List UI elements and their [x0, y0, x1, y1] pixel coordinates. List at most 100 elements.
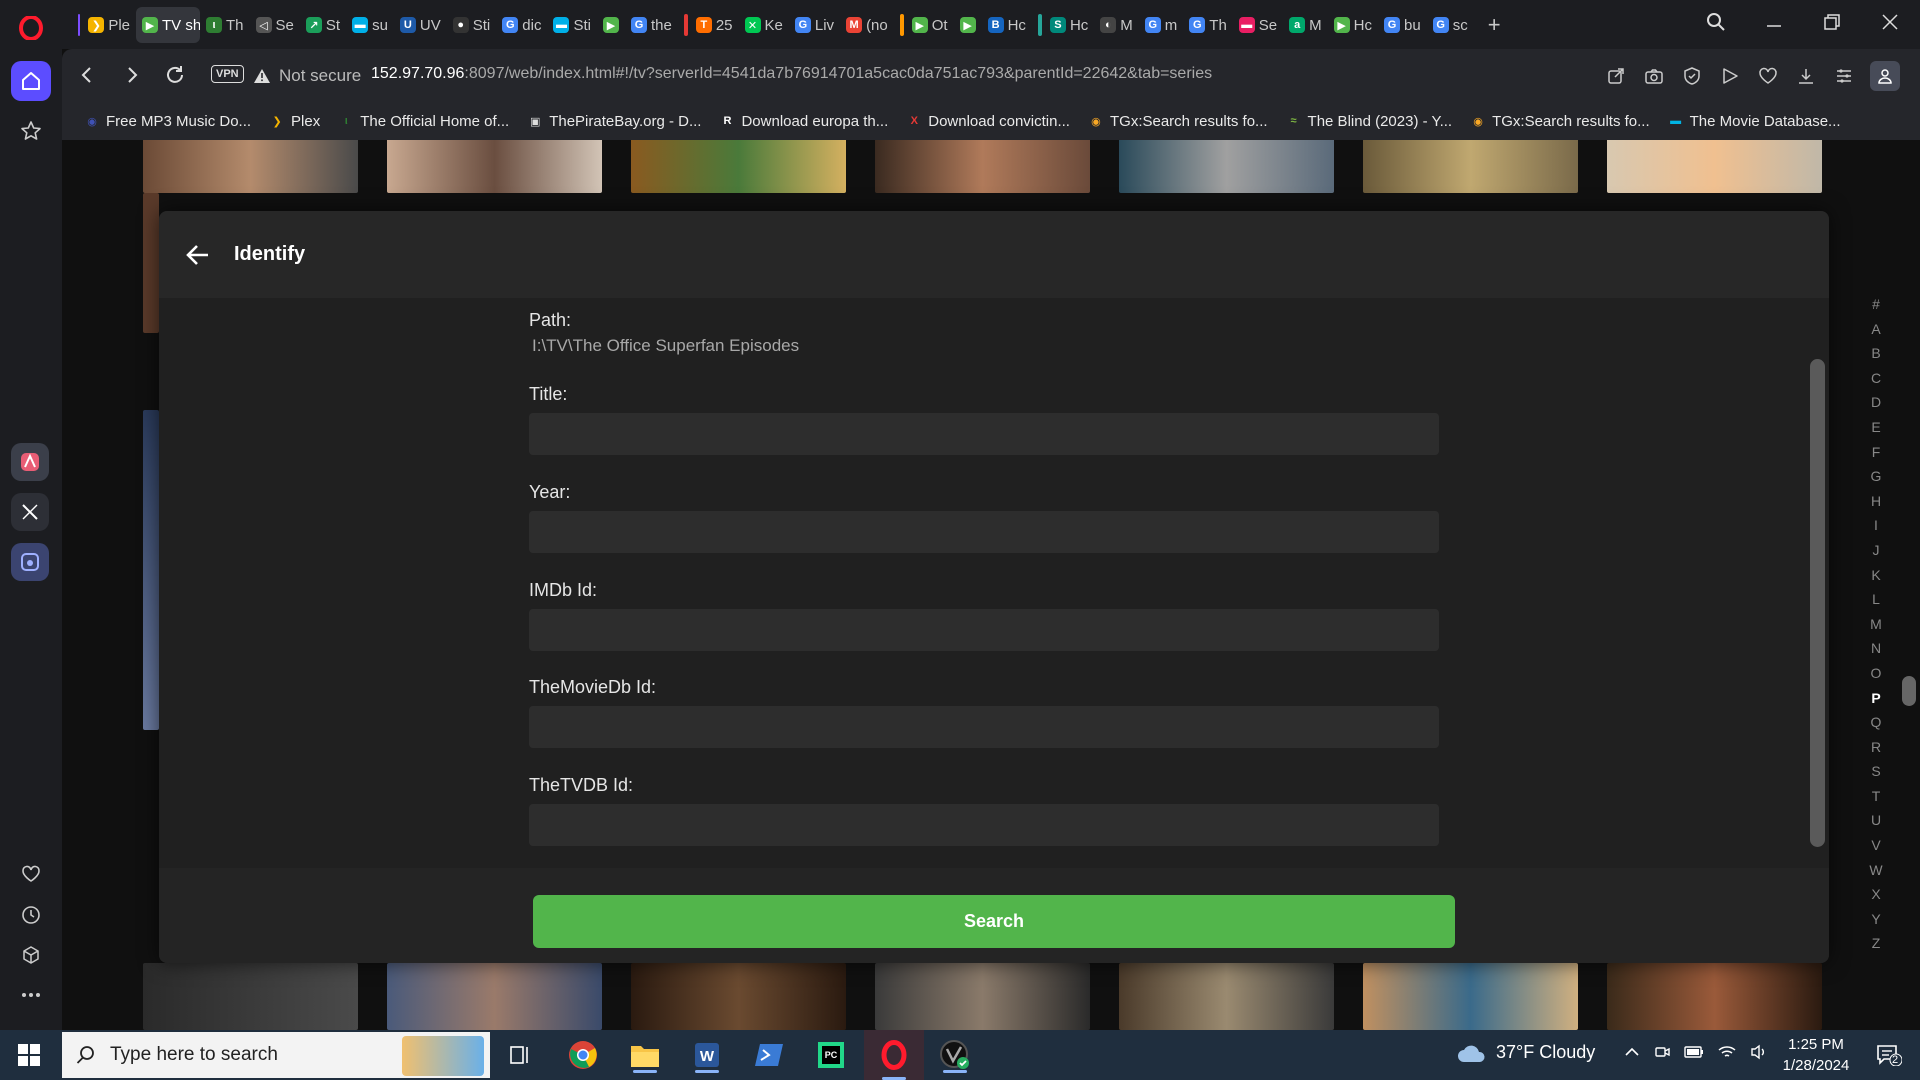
meet-now-icon[interactable]: [1654, 1044, 1670, 1060]
word-icon[interactable]: W: [687, 1037, 727, 1073]
alphabet-letter[interactable]: R: [1871, 735, 1881, 760]
bookmark-item[interactable]: ≈ The Blind (2023) - Y...: [1286, 113, 1453, 130]
alphabet-letter[interactable]: M: [1870, 612, 1882, 637]
poster-tile[interactable]: [1607, 140, 1822, 193]
browser-tab[interactable]: B Hc: [982, 7, 1032, 43]
vpn-badge[interactable]: VPN: [211, 65, 244, 83]
extensions-cube-icon[interactable]: [11, 935, 51, 975]
browser-tab[interactable]: ▶: [954, 7, 982, 43]
browser-tab[interactable]: ↗ St: [300, 7, 346, 43]
browser-tab[interactable]: Gm: [1139, 7, 1184, 43]
browser-tab[interactable]: ι Th: [200, 7, 250, 43]
browser-tab[interactable]: Gbu: [1378, 7, 1427, 43]
poster-tile[interactable]: [875, 963, 1090, 1030]
opera-taskbar-icon[interactable]: [864, 1030, 924, 1080]
browser-tab[interactable]: Gsc: [1427, 7, 1474, 43]
close-icon[interactable]: [1878, 10, 1902, 34]
heart-icon[interactable]: [11, 854, 51, 894]
chevron-up-icon[interactable]: [1624, 1044, 1640, 1060]
alphabet-letter[interactable]: #: [1872, 292, 1880, 317]
browser-tab[interactable]: G Th: [1183, 7, 1233, 43]
browser-tab[interactable]: U UV: [394, 7, 447, 43]
browser-tab[interactable]: ▬ su: [346, 7, 394, 43]
music-player-icon[interactable]: [11, 543, 49, 581]
taskbar-search-box[interactable]: Type here to search: [62, 1032, 490, 1078]
poster-tile[interactable]: [1363, 963, 1578, 1030]
weather-widget[interactable]: 37°F Cloudy: [1456, 1042, 1595, 1063]
security-indicator[interactable]: Not secure: [253, 66, 361, 86]
alphabet-letter[interactable]: U: [1871, 808, 1881, 833]
bookmark-item[interactable]: R Download europa th...: [719, 113, 888, 130]
browser-tab[interactable]: ● Sti: [447, 7, 497, 43]
poster-tile[interactable]: [631, 140, 846, 193]
notification-center-icon[interactable]: 2: [1876, 1044, 1902, 1066]
browser-tab[interactable]: G Liv: [789, 7, 840, 43]
opera-logo-icon[interactable]: [19, 16, 43, 40]
url-field[interactable]: 152.97.70.96:8097/web/index.html#!/tv?se…: [371, 65, 1212, 83]
page-scrollbar-thumb[interactable]: [1902, 676, 1916, 706]
alphabet-letter[interactable]: L: [1872, 587, 1880, 612]
alphabet-letter[interactable]: W: [1869, 858, 1882, 883]
tmdb-id-input[interactable]: [529, 706, 1439, 748]
alphabet-letter[interactable]: O: [1871, 661, 1882, 686]
alphabet-letter[interactable]: G: [1871, 464, 1882, 489]
alphabet-letter[interactable]: Y: [1871, 907, 1880, 932]
alphabet-letter[interactable]: S: [1871, 759, 1880, 784]
bookmark-item[interactable]: ◉ Free MP3 Music Do...: [84, 113, 251, 130]
alphabet-letter[interactable]: J: [1873, 538, 1880, 563]
pycharm-icon[interactable]: PC: [811, 1037, 851, 1073]
x-twitter-icon[interactable]: [11, 493, 49, 531]
browser-tab[interactable]: ◁ Se: [250, 7, 300, 43]
task-view-icon[interactable]: [500, 1037, 540, 1073]
file-explorer-icon[interactable]: [625, 1037, 665, 1073]
alphabet-letter[interactable]: C: [1871, 366, 1881, 391]
star-icon[interactable]: [11, 111, 51, 151]
forward-icon[interactable]: [120, 63, 144, 87]
poster-tile[interactable]: [387, 140, 602, 193]
alphabet-letter[interactable]: D: [1871, 390, 1881, 415]
alphabet-letter[interactable]: B: [1871, 341, 1880, 366]
alphabet-letter[interactable]: T: [1872, 784, 1881, 809]
browser-tab[interactable]: ▬ Se: [1233, 7, 1283, 43]
poster-tile[interactable]: [143, 963, 358, 1030]
alphabet-letter[interactable]: X: [1871, 882, 1880, 907]
shield-icon[interactable]: [1680, 64, 1704, 88]
browser-tab[interactable]: ▶ Hc: [1328, 7, 1378, 43]
chrome-icon[interactable]: [563, 1037, 603, 1073]
browser-tab[interactable]: ▶ Ot: [894, 7, 954, 43]
tvdb-id-input[interactable]: [529, 804, 1439, 846]
alphabet-letter[interactable]: E: [1871, 415, 1880, 440]
download-icon[interactable]: [1794, 64, 1818, 88]
alphabet-letter[interactable]: N: [1871, 636, 1881, 661]
vpn-app-icon[interactable]: [935, 1037, 975, 1073]
poster-tile[interactable]: [1119, 963, 1334, 1030]
browser-tab[interactable]: ▬ Sti: [547, 7, 597, 43]
alphabet-letter[interactable]: P: [1871, 686, 1880, 711]
wifi-icon[interactable]: [1718, 1044, 1736, 1060]
restore-icon[interactable]: [1820, 10, 1844, 34]
poster-tile[interactable]: [1363, 140, 1578, 193]
back-arrow-icon[interactable]: [184, 241, 212, 269]
bookmark-item[interactable]: X Download convictin...: [906, 113, 1070, 130]
browser-tab[interactable]: ✕ Ke: [739, 7, 789, 43]
bookmark-item[interactable]: ◉ TGx:Search results fo...: [1470, 113, 1649, 130]
poster-tile[interactable]: [143, 140, 358, 193]
powershell-icon[interactable]: [749, 1037, 789, 1073]
share-icon[interactable]: [1604, 64, 1628, 88]
alphabet-letter[interactable]: Z: [1872, 931, 1881, 956]
browser-tab[interactable]: Gthe: [625, 7, 678, 43]
poster-tile[interactable]: [387, 963, 602, 1030]
new-tab-button[interactable]: +: [1474, 7, 1507, 43]
title-input[interactable]: [529, 413, 1439, 455]
bookmark-item[interactable]: ◉ TGx:Search results fo...: [1088, 113, 1267, 130]
alphabet-letter[interactable]: Q: [1871, 710, 1882, 735]
alphabet-letter[interactable]: K: [1871, 563, 1880, 588]
heart-outline-icon[interactable]: [1756, 64, 1780, 88]
browser-tab[interactable]: Gdic: [496, 7, 547, 43]
alphabet-letter[interactable]: V: [1871, 833, 1880, 858]
browser-tab[interactable]: ▶ TV sh: [136, 7, 200, 43]
bookmark-item[interactable]: ι The Official Home of...: [338, 113, 509, 130]
poster-tile[interactable]: [631, 963, 846, 1030]
browser-tab[interactable]: aM: [1283, 7, 1328, 43]
browser-tab[interactable]: S Hc: [1032, 7, 1094, 43]
